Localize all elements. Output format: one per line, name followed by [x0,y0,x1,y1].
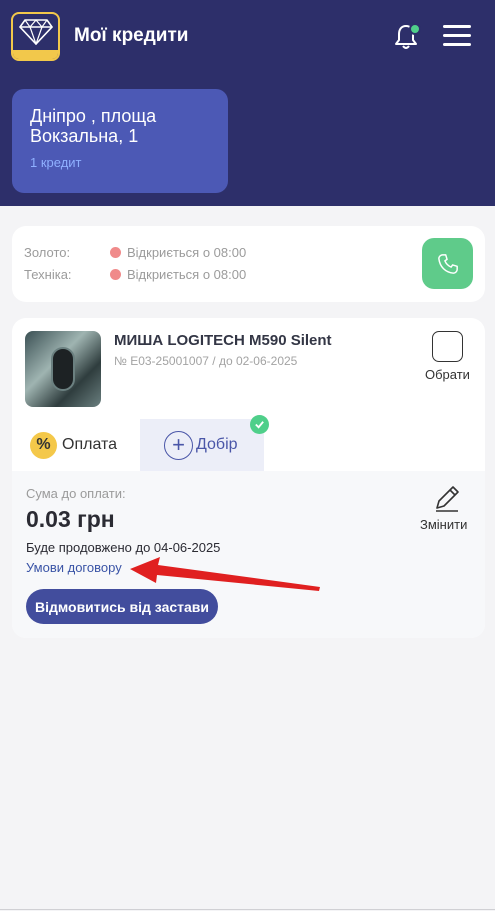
branch-credits-count: 1 кредит [30,155,82,170]
edit-label[interactable]: Змінити [420,517,467,532]
hours-row-gold: Золото: Відкриється о 08:00 [24,245,246,260]
pencil-icon[interactable] [432,483,462,513]
select-checkbox[interactable] [432,331,463,362]
status-dot [110,247,121,258]
hours-status: Відкриється о 08:00 [127,245,247,260]
hours-status: Відкриється о 08:00 [127,267,247,282]
working-hours-card: Золото: Відкриється о 08:00 Техніка: Відкр… [12,226,485,302]
tab-payment-label: Оплата [62,436,118,453]
status-dot [110,269,121,280]
select-label: Обрати [425,367,470,382]
contract-number: № Е03-25001007 / до 02-06-2025 [114,354,298,368]
branch-card[interactable]: Дніпро , площа Вокзальна, 1 1 кредит [12,89,228,193]
arrow-annotation [130,557,320,591]
contract-terms-link[interactable]: Умови договору [26,560,122,575]
tab-top-up-label: Добір [196,436,238,453]
phone-icon [437,253,458,274]
notification-badge [409,23,421,35]
hours-label: Золото: [24,245,71,260]
menu-icon[interactable] [443,25,471,47]
tab-payment[interactable]: % Оплата [12,419,138,471]
check-icon [250,415,269,434]
tab-top-up[interactable]: + Добір [140,419,264,471]
plus-icon: + [164,430,193,460]
item-title: МИША LOGITECH M590 Silent [114,332,332,349]
page-title: Мої кредити [74,25,189,46]
call-button[interactable] [422,238,473,289]
extension-date: Буде продовжено до 04-06-2025 [26,540,221,555]
hours-row-tech: Техніка: Відкриється о 08:00 [24,267,246,282]
percent-icon: % [30,431,57,459]
bottom-divider [0,909,495,910]
payment-amount: 0.03 грн [26,506,115,532]
hours-label: Техніка: [24,267,72,282]
logo-band [13,50,58,59]
item-photo [25,331,101,407]
logo [11,12,60,61]
diamond-logo-icon [19,19,53,45]
app-header: Мої кредити Дніпро , площа Вокзальна, 1 … [0,0,495,206]
payment-amount-label: Сума до оплати: [26,486,126,501]
branch-name: Дніпро , площа Вокзальна, 1 [30,106,157,146]
